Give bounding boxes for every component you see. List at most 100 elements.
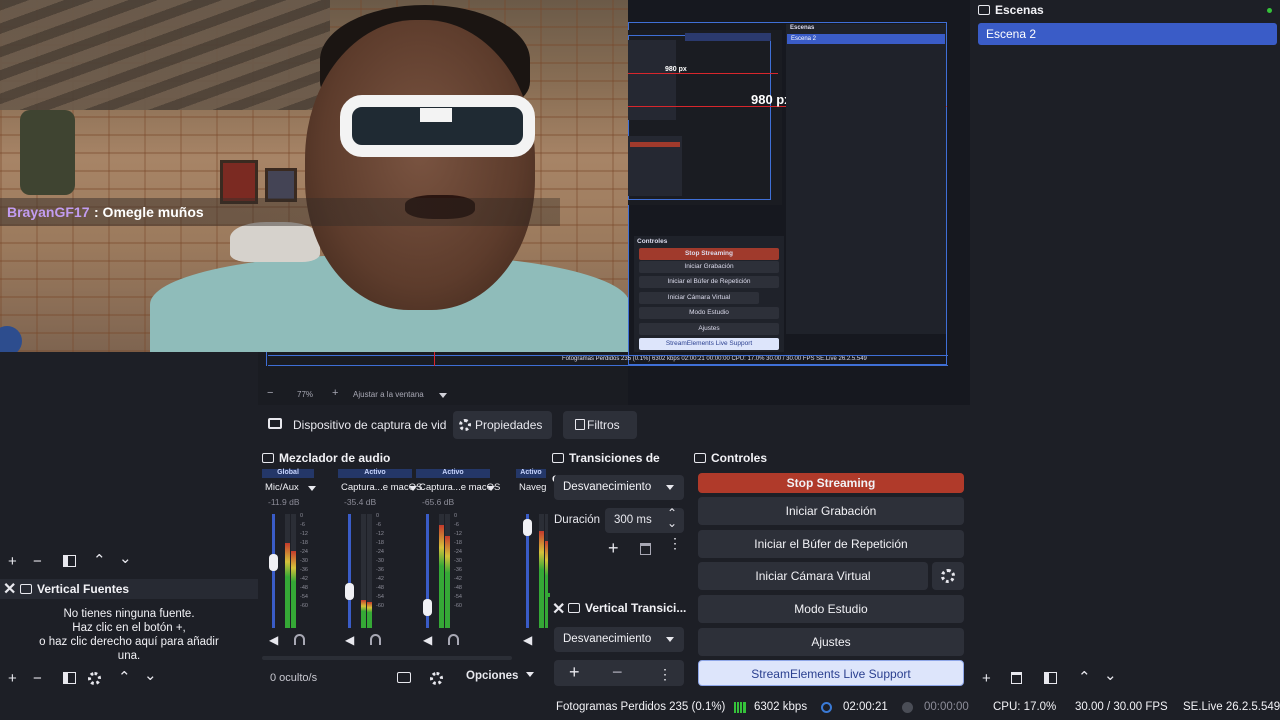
db-scale-tick: -18 <box>300 540 308 546</box>
virtual-camera-button[interactable]: Iniciar Cámara Virtual <box>698 562 928 590</box>
volume-slider-handle[interactable] <box>423 598 432 616</box>
speaker-icon[interactable]: ◀ <box>423 633 432 647</box>
add-icon[interactable]: + <box>8 670 17 687</box>
remove-icon[interactable]: − <box>612 662 623 683</box>
volume-slider-handle[interactable] <box>269 554 278 572</box>
chevron-down-icon[interactable]: ⌄ <box>119 549 132 567</box>
mixer-scrollbar[interactable] <box>262 656 512 660</box>
record-icon <box>902 702 913 713</box>
chevron-down-icon[interactable]: ⌄ <box>667 516 677 530</box>
chevron-up-icon[interactable]: ⌃ <box>118 668 131 686</box>
db-scale-tick: -18 <box>376 540 384 546</box>
more-icon[interactable]: ⋮ <box>658 666 672 683</box>
virtual-camera-settings-button[interactable] <box>932 562 964 590</box>
more-icon[interactable]: ⋮ <box>668 536 682 550</box>
layout-icon[interactable] <box>397 672 411 683</box>
add-icon[interactable]: + <box>608 538 619 559</box>
filter-icon[interactable] <box>1044 672 1057 684</box>
version: SE.Live 26.2.5.549 <box>1183 701 1280 713</box>
scenes-dock: Escenas <box>972 0 1280 695</box>
properties-button[interactable]: Propiedades <box>453 411 553 439</box>
headphones-icon[interactable] <box>370 634 381 645</box>
zoom-out-button[interactable]: − <box>267 387 273 399</box>
db-scale-tick: -60 <box>300 603 308 609</box>
add-icon[interactable]: + <box>982 670 991 687</box>
chevron-down-icon[interactable] <box>308 486 316 491</box>
dock-icon <box>978 5 990 15</box>
volume-slider[interactable] <box>348 514 351 628</box>
db-scale-tick: -12 <box>376 531 384 537</box>
mixer-options-button[interactable]: Opciones <box>466 670 534 682</box>
headphones-icon[interactable] <box>448 634 459 645</box>
volume-slider-handle[interactable] <box>345 582 354 600</box>
vertical-transitions-title: Vertical Transici... <box>568 598 686 618</box>
dock-icon <box>568 603 580 613</box>
db-scale-tick: -48 <box>300 585 308 591</box>
add-icon[interactable]: + <box>569 662 580 683</box>
db-scale-tick: -54 <box>300 594 308 600</box>
trash-icon[interactable] <box>1011 672 1022 684</box>
speaker-icon[interactable]: ◀ <box>345 633 354 647</box>
close-icon[interactable]: ✕ <box>3 579 16 599</box>
chevron-down-icon[interactable] <box>439 393 447 398</box>
speaker-icon[interactable]: ◀ <box>523 633 532 647</box>
chevron-down-icon <box>666 485 674 490</box>
add-icon[interactable]: + <box>8 553 17 570</box>
vertical-transition-select[interactable]: Desvanecimiento <box>554 627 684 652</box>
db-scale-tick: -30 <box>300 558 308 564</box>
db-scale-tick: -60 <box>376 603 384 609</box>
transitions-title: Transiciones de esc... <box>552 448 688 485</box>
channel-name[interactable]: Naveg <box>519 482 546 493</box>
channel-name[interactable]: Mic/Aux <box>265 482 299 493</box>
chevron-down-icon[interactable] <box>487 486 495 491</box>
db-scale-tick: -12 <box>454 531 462 537</box>
gear-icon <box>941 569 955 583</box>
fps: 30.00 / 30.00 FPS <box>1075 701 1168 713</box>
level-meter <box>285 514 290 628</box>
bitrate: 6302 kbps <box>754 701 808 713</box>
db-scale-tick: -36 <box>454 567 462 573</box>
gear-icon[interactable] <box>430 672 443 685</box>
webcam-feed: BrayanGF17 : Omegle muños <box>0 0 628 352</box>
db-scale-tick: -24 <box>454 549 462 555</box>
db-scale: 0 -6 -12 -18 -24 -30 -36 -42 -48 -54 -60 <box>300 512 308 611</box>
chevron-down-icon[interactable]: ⌄ <box>144 666 157 684</box>
gear-icon[interactable] <box>88 672 101 685</box>
settings-button[interactable]: Ajustes <box>698 628 964 656</box>
channel-db: -65.6 dB <box>422 497 455 507</box>
nested-scenes-dock: Escenas Escena 2 <box>786 24 946 334</box>
controls-title: Controles <box>694 448 767 468</box>
zoom-fit-select[interactable]: Ajustar a la ventana <box>353 390 424 399</box>
trash-icon[interactable] <box>640 543 651 555</box>
roof-beams <box>0 0 330 110</box>
level-meter <box>361 514 366 628</box>
channel-db: -11.9 dB <box>268 497 300 507</box>
db-scale-tick: 0 <box>454 513 458 519</box>
transition-select[interactable]: Desvanecimiento <box>554 475 684 500</box>
duration-spinbox[interactable]: 300 ms ⌃ ⌄ <box>605 506 684 533</box>
zoom-in-button[interactable]: + <box>332 387 338 399</box>
stop-streaming-button[interactable]: Stop Streaming <box>698 473 964 493</box>
studio-mode-button[interactable]: Modo Estudio <box>698 595 964 623</box>
no-sources-message[interactable]: No tienes ninguna fuente. Haz clic en el… <box>20 607 238 663</box>
channel-status: Activo <box>416 469 490 478</box>
close-icon[interactable]: ✕ <box>552 599 565 619</box>
scene-item-escena-2[interactable]: Escena 2 <box>978 23 1277 45</box>
remove-icon[interactable]: − <box>33 670 42 687</box>
filters-button[interactable]: Filtros <box>563 411 637 439</box>
chevron-up-icon[interactable]: ⌃ <box>1078 668 1091 686</box>
headphones-icon[interactable] <box>294 634 305 645</box>
chevron-up-icon[interactable]: ⌃ <box>93 551 106 569</box>
speaker-icon[interactable]: ◀ <box>269 633 278 647</box>
chevron-down-icon[interactable] <box>409 486 417 491</box>
remove-icon[interactable]: − <box>33 553 42 570</box>
filter-icon[interactable] <box>63 555 76 567</box>
filter-icon[interactable] <box>63 672 76 684</box>
replay-buffer-button[interactable]: Iniciar el Búfer de Repetición <box>698 530 964 558</box>
volume-slider-handle[interactable] <box>523 519 532 537</box>
live-support-button[interactable]: StreamElements Live Support <box>698 660 964 686</box>
start-recording-button[interactable]: Iniciar Grabación <box>698 497 964 525</box>
sunglasses-bridge <box>420 108 452 122</box>
dropped-frames: Fotogramas Perdidos 235 (0.1%) <box>556 701 726 713</box>
chevron-down-icon[interactable]: ⌄ <box>1104 666 1117 684</box>
